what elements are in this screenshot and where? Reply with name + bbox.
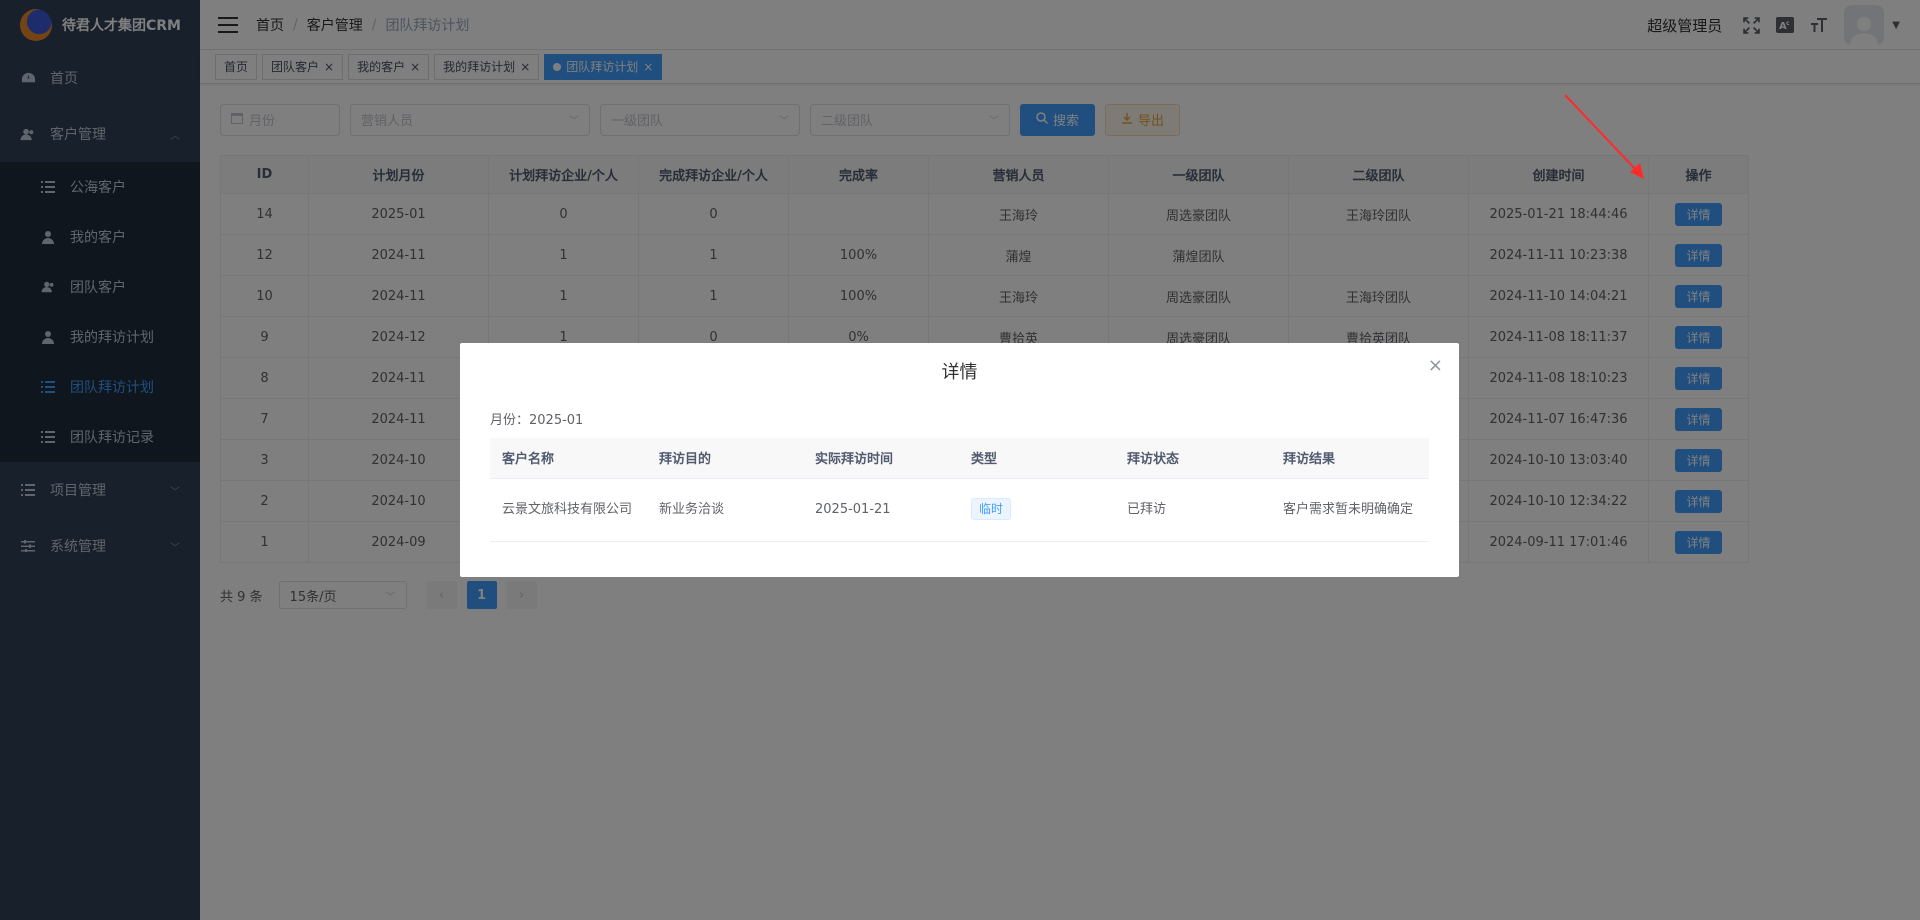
column-header: 客户名称 — [490, 438, 647, 479]
column-header: 类型 — [959, 438, 1115, 479]
detail-header-row: 客户名称 拜访目的 实际拜访时间 类型 拜访状态 拜访结果 — [490, 438, 1429, 479]
dialog-title: 详情 — [941, 362, 978, 383]
visit-detail-table: 客户名称 拜访目的 实际拜访时间 类型 拜访状态 拜访结果 云景文旅科技有限公司… — [490, 438, 1429, 542]
visit-purpose: 新业务洽谈 — [647, 478, 803, 542]
close-icon[interactable]: × — [1428, 355, 1443, 376]
column-header: 拜访目的 — [647, 438, 803, 479]
dialog-month: 月份：2025-01 — [490, 413, 584, 428]
column-header: 实际拜访时间 — [803, 438, 959, 479]
table-row: 云景文旅科技有限公司 新业务洽谈 2025-01-21 临时 已拜访 客户需求暂… — [490, 478, 1429, 542]
visit-status: 已拜访 — [1115, 478, 1271, 542]
dialog-body: 月份：2025-01 客户名称 拜访目的 实际拜访时间 类型 拜访状态 拜访结果… — [460, 399, 1459, 542]
annotation-arrow-icon — [1564, 94, 1644, 179]
detail-dialog: 详情 × 月份：2025-01 客户名称 拜访目的 实际拜访时间 类型 拜访状态… — [460, 343, 1459, 577]
visit-result: 客户需求暂未明确确定 — [1271, 478, 1429, 542]
column-header: 拜访结果 — [1271, 438, 1429, 479]
visit-time: 2025-01-21 — [803, 478, 959, 542]
type-badge: 临时 — [971, 498, 1012, 520]
customer-name: 云景文旅科技有限公司 — [490, 478, 647, 542]
column-header: 拜访状态 — [1115, 438, 1271, 479]
